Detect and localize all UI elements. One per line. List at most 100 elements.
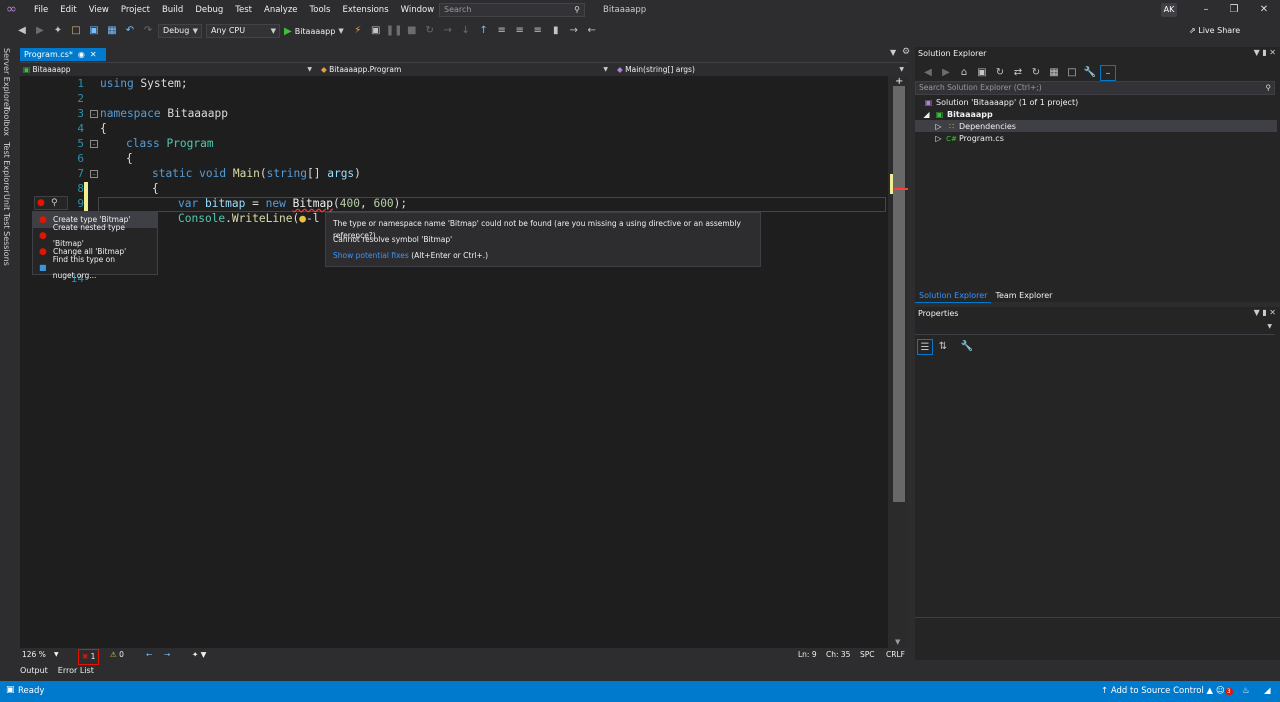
minimize-button[interactable]: – <box>1192 0 1220 20</box>
live-share-button[interactable]: ⇗ Live Share <box>1189 21 1240 41</box>
switch-views-icon[interactable]: ▣ <box>974 65 990 81</box>
back-icon[interactable]: ◀ <box>920 65 936 81</box>
properties-object-select[interactable]: ▼ <box>915 323 1275 335</box>
menu-analyze[interactable]: Analyze <box>258 0 304 20</box>
avatar[interactable]: AK <box>1161 3 1177 17</box>
pending-changes-icon[interactable]: ↻ <box>992 65 1008 81</box>
new-project-icon[interactable]: ✦ <box>50 23 66 39</box>
stop-icon[interactable]: ■ <box>404 23 420 39</box>
hot-reload-icon[interactable]: ⚡ <box>350 23 366 39</box>
collapse-icon[interactable]: – <box>90 140 98 148</box>
tab-solution-explorer[interactable]: Solution Explorer <box>915 289 992 303</box>
chevron-down-icon[interactable]: ▼ <box>54 648 59 662</box>
menu-window[interactable]: Window <box>395 0 441 20</box>
close-button[interactable]: ✕ <box>1250 0 1278 20</box>
save-all-icon[interactable]: ▦ <box>104 23 120 39</box>
menu-build[interactable]: Build <box>156 0 189 20</box>
undo-icon[interactable]: ↶ <box>122 23 138 39</box>
error-squiggle-text[interactable]: Bitmap <box>293 197 333 210</box>
menu-item-find-on-nuget[interactable]: ■ Find this type on nuget.org... <box>33 255 157 280</box>
close-tab-icon[interactable]: ✕ <box>90 48 97 61</box>
tab-program-cs[interactable]: Program.cs* ◉ ✕ <box>20 48 106 61</box>
solution-search-input[interactable]: Search Solution Explorer (Ctrl+;) ⚲ <box>915 81 1275 95</box>
collapse-all-icon[interactable]: ▦ <box>1046 65 1062 81</box>
properties-icon[interactable]: 🔧 <box>1082 65 1098 81</box>
server-explorer-tab[interactable]: Server Explorer <box>2 48 11 110</box>
restore-button[interactable]: ❐ <box>1220 0 1248 20</box>
notifications-button[interactable]: ☺ 3 <box>1216 681 1233 702</box>
project-nav-combo[interactable]: ▣ Bitaaaapp ▼ <box>20 63 316 76</box>
zoom-level[interactable]: 126 % <box>22 648 46 662</box>
open-folder-icon[interactable]: □ <box>68 23 84 39</box>
tree-item-dependencies[interactable]: ▷ ∷ Dependencies <box>933 121 1016 133</box>
editor-scrollbar[interactable]: + ▼ <box>888 76 908 648</box>
collapse-icon[interactable]: – <box>90 110 98 118</box>
close-icon[interactable]: ✕ <box>1269 308 1276 317</box>
warning-count[interactable]: ⚠ 0 <box>110 648 124 662</box>
pin-icon[interactable]: ▮ <box>1262 48 1266 57</box>
tree-item-program-cs[interactable]: ▷ C# Program.cs <box>933 133 1003 145</box>
show-all-files-icon[interactable]: □ <box>1064 65 1080 81</box>
home-icon[interactable]: ⌂ <box>956 65 972 81</box>
menu-project[interactable]: Project <box>115 0 156 20</box>
collapsed-icon[interactable]: ▷ <box>933 133 944 145</box>
uncomment-icon[interactable]: ≡ <box>530 23 546 39</box>
resize-grip-icon[interactable]: ◢ <box>1264 681 1271 702</box>
toolbox-icon[interactable]: ▣ <box>368 23 384 39</box>
step-out-icon[interactable]: ↑ <box>476 23 492 39</box>
comment-icon[interactable]: ≡ <box>512 23 528 39</box>
error-marker[interactable] <box>894 188 908 190</box>
unit-test-sessions-tab[interactable]: Unit Test Sessions <box>2 194 11 266</box>
navigate-back-icon[interactable]: ◀ <box>14 23 30 39</box>
tree-item-project[interactable]: ◢ ▣ Bitaaaapp <box>921 109 992 121</box>
code-cleanup-icon[interactable]: ✦ ▼ <box>192 648 206 662</box>
quick-actions-lightbulb[interactable]: ● ⚲ <box>34 196 68 210</box>
member-nav-combo[interactable]: ◆ Main(string[] args) ▼ <box>614 63 908 76</box>
tab-output[interactable]: Output <box>20 662 48 680</box>
categorized-icon[interactable]: ☰ <box>917 339 933 355</box>
start-debugging-button[interactable]: ▶ Bitaaaapp ▼ <box>284 26 344 37</box>
menu-file[interactable]: File <box>28 0 54 20</box>
previous-issue-icon[interactable]: ← <box>146 648 152 662</box>
toolbox-tab[interactable]: Toolbox <box>2 106 11 136</box>
navigate-forward-icon[interactable]: ▶ <box>32 23 48 39</box>
add-to-source-control-button[interactable]: ↑ Add to Source Control ▲ <box>1101 681 1213 702</box>
show-potential-fixes-link[interactable]: Show potential fixes <box>333 251 409 260</box>
pin-icon[interactable]: ▮ <box>1262 308 1266 317</box>
collapse-icon[interactable]: – <box>90 170 98 178</box>
menu-test[interactable]: Test <box>229 0 258 20</box>
pin-icon[interactable]: ◉ <box>78 48 85 61</box>
next-issue-icon[interactable]: → <box>164 648 170 662</box>
pause-icon[interactable]: ❚❚ <box>386 23 403 39</box>
dropdown-icon[interactable]: ▼ <box>1254 308 1260 317</box>
menu-item-create-nested-type[interactable]: ● Create nested type 'Bitmap' <box>33 223 157 248</box>
redo-icon[interactable]: ↷ <box>140 23 156 39</box>
menu-extensions[interactable]: Extensions <box>336 0 394 20</box>
class-nav-combo[interactable]: ◆ Bitaaaapp.Program ▼ <box>318 63 612 76</box>
refresh-icon[interactable]: ↻ <box>1028 65 1044 81</box>
format-icon[interactable]: ≡ <box>494 23 510 39</box>
scrollbar-thumb[interactable] <box>893 86 905 502</box>
code-editor[interactable]: 1 2 3 4 5 6 7 8 9 14 – – – using System;… <box>20 76 888 648</box>
preview-selected-icon[interactable]: – <box>1100 65 1116 81</box>
dropdown-icon[interactable]: ▼ <box>1254 48 1260 57</box>
bookmark-icon[interactable]: ▮ <box>548 23 564 39</box>
bell-icon[interactable]: ♨ <box>1242 681 1250 702</box>
tab-error-list[interactable]: Error List <box>58 662 94 680</box>
platform-select[interactable]: Any CPU ▼ <box>206 24 280 38</box>
expanded-icon[interactable]: ◢ <box>921 109 932 121</box>
forward-icon[interactable]: ▶ <box>938 65 954 81</box>
property-pages-icon[interactable]: 🔧 <box>959 339 975 355</box>
restart-icon[interactable]: ↻ <box>422 23 438 39</box>
configuration-select[interactable]: Debug ▼ <box>158 24 202 38</box>
save-icon[interactable]: ▣ <box>86 23 102 39</box>
menu-tools[interactable]: Tools <box>304 0 337 20</box>
tab-team-explorer[interactable]: Team Explorer <box>991 289 1056 302</box>
search-input[interactable]: Search ⚲ <box>439 3 585 17</box>
sync-icon[interactable]: ⇄ <box>1010 65 1026 81</box>
alphabetical-icon[interactable]: ⇅ <box>935 339 951 355</box>
gear-icon[interactable]: ⚙ <box>902 47 910 57</box>
menu-view[interactable]: View <box>83 0 115 20</box>
menu-debug[interactable]: Debug <box>189 0 229 20</box>
close-icon[interactable]: ✕ <box>1269 48 1276 57</box>
